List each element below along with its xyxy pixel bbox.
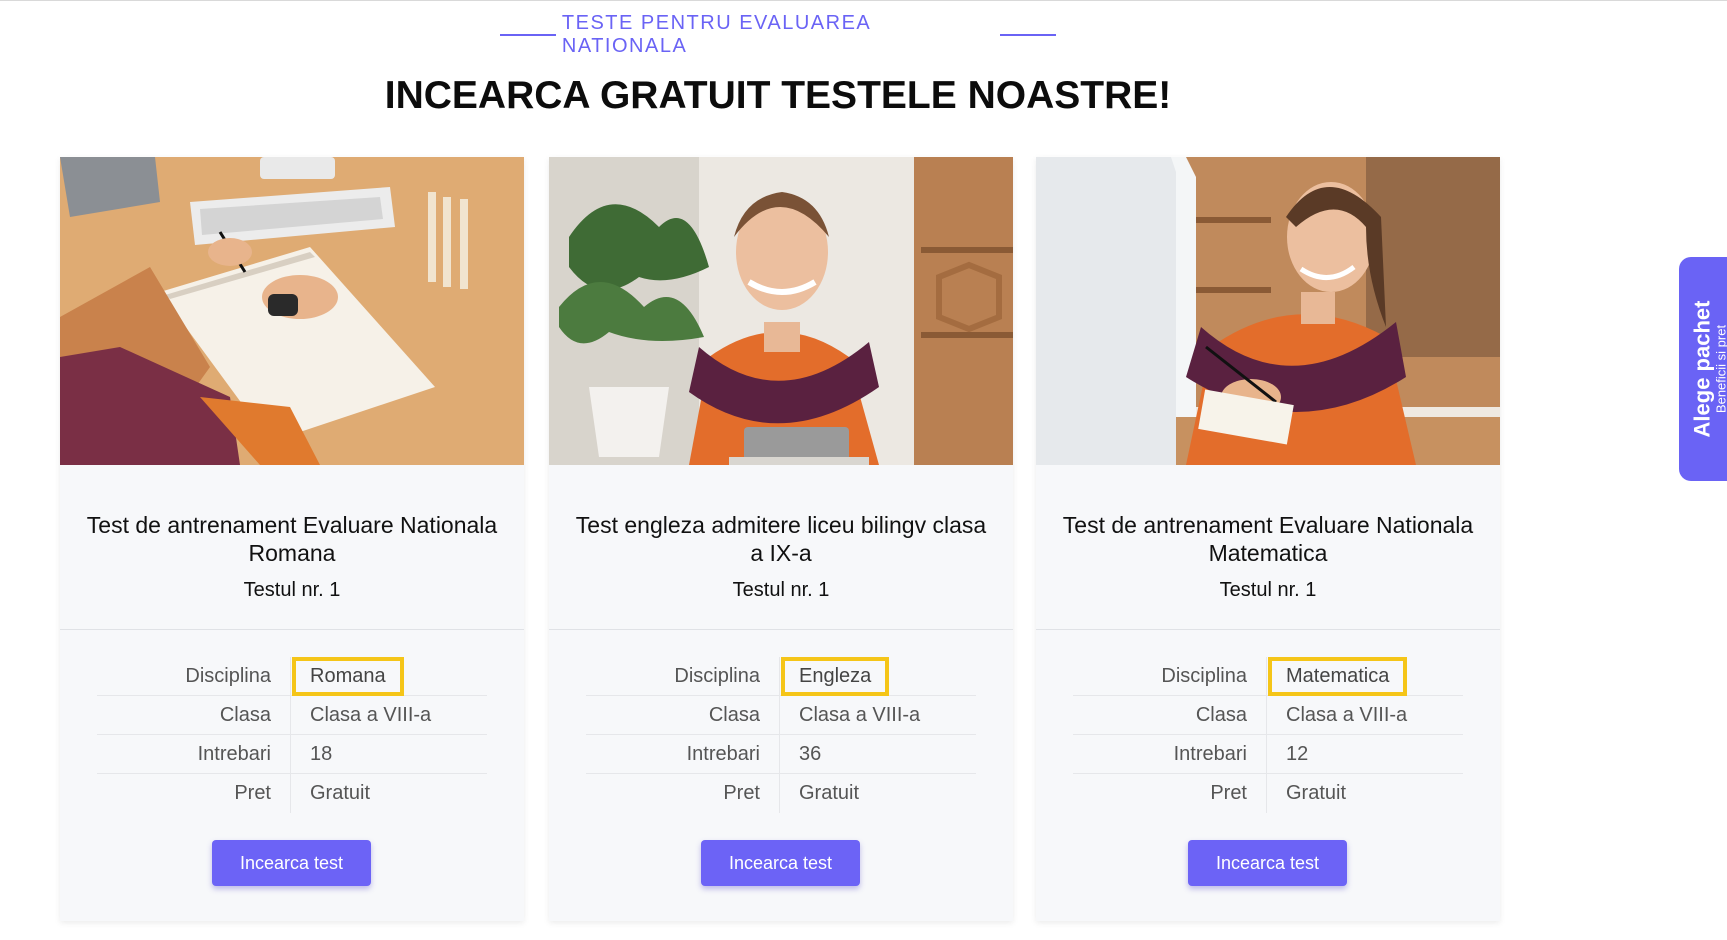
card-image-desk-notebook	[60, 157, 524, 465]
try-test-button[interactable]: Incearca test	[701, 840, 860, 886]
spec-row-intrebari: Intrebari 12	[1073, 735, 1463, 774]
spec-value-text: Romana	[292, 656, 404, 696]
spec-key: Intrebari	[97, 735, 291, 773]
spec-table: Disciplina Romana Clasa Clasa a VIII-a I…	[97, 656, 487, 813]
card-divider	[549, 629, 1013, 630]
spec-row-disciplina: Disciplina Matematica	[1073, 656, 1463, 696]
spec-key: Pret	[1073, 774, 1267, 813]
spec-row-pret: Pret Gratuit	[1073, 774, 1463, 813]
spec-value: 12	[1286, 742, 1309, 765]
spec-table: Disciplina Engleza Clasa Clasa a VIII-a …	[586, 656, 976, 813]
spec-row-disciplina: Disciplina Romana	[97, 656, 487, 696]
top-border	[0, 0, 1727, 1]
spec-value: Gratuit	[799, 782, 860, 804]
spec-row-disciplina: Disciplina Engleza	[586, 656, 976, 696]
spec-value: 36	[799, 742, 822, 765]
eyebrow-text: TESTE PENTRU EVALUAREA NATIONALA	[561, 12, 871, 57]
spec-row-intrebari: Intrebari 36	[586, 735, 976, 774]
card-title: Test engleza admitere liceu bilingv clas…	[575, 512, 987, 566]
eyebrow-line-left	[500, 34, 556, 36]
spec-row-pret: Pret Gratuit	[97, 774, 487, 813]
spec-value: Gratuit	[1286, 782, 1347, 804]
spec-row-clasa: Clasa Clasa a VIII-a	[1073, 696, 1463, 735]
choose-package-tab[interactable]: Alege pachet Beneficii si pret	[1679, 257, 1727, 481]
card-title: Test de antrenament Evaluare Nationala M…	[1062, 512, 1474, 566]
spec-row-clasa: Clasa Clasa a VIII-a	[97, 696, 487, 735]
choose-package-tab-label: Alege pachet Beneficii si pret	[1689, 300, 1727, 438]
spec-row-pret: Pret Gratuit	[586, 774, 976, 813]
spec-key: Clasa	[97, 696, 291, 734]
choose-package-title: Alege pachet	[1689, 300, 1714, 438]
test-card-engleza: Test engleza admitere liceu bilingv clas…	[549, 157, 1013, 921]
card-subtitle: Testul nr. 1	[243, 579, 341, 601]
test-card-romana: Test de antrenament Evaluare Nationala R…	[60, 157, 524, 921]
card-image-student-computer	[1036, 157, 1500, 465]
spec-value-highlighted: Romana	[291, 656, 404, 696]
spec-row-clasa: Clasa Clasa a VIII-a	[586, 696, 976, 735]
spec-key: Pret	[586, 774, 780, 813]
card-title: Test de antrenament Evaluare Nationala R…	[86, 512, 498, 566]
spec-value-text: Engleza	[780, 656, 890, 696]
card-image-student-tablet	[549, 157, 1013, 465]
spec-value: Clasa a VIII-a	[799, 703, 921, 726]
spec-key: Intrebari	[1073, 735, 1267, 773]
spec-value: Gratuit	[310, 782, 371, 804]
spec-table: Disciplina Matematica Clasa Clasa a VIII…	[1073, 656, 1463, 813]
choose-package-subtitle: Beneficii si pret	[1713, 324, 1727, 414]
spec-key: Clasa	[586, 696, 780, 734]
spec-value-highlighted: Engleza	[780, 656, 890, 696]
card-divider	[1036, 629, 1500, 630]
section-eyebrow: TESTE PENTRU EVALUAREA NATIONALA	[500, 12, 1057, 58]
card-subtitle: Testul nr. 1	[732, 579, 830, 601]
section-headline: INCEARCA GRATUIT TESTELE NOASTRE!	[384, 74, 1172, 117]
spec-value: 18	[310, 742, 333, 765]
spec-key: Clasa	[1073, 696, 1267, 734]
try-test-button[interactable]: Incearca test	[212, 840, 371, 886]
spec-value-text: Matematica	[1267, 656, 1408, 696]
spec-value: Clasa a VIII-a	[1286, 703, 1408, 726]
spec-key: Disciplina	[586, 657, 780, 695]
test-card-matematica: Test de antrenament Evaluare Nationala M…	[1036, 157, 1500, 921]
spec-key: Disciplina	[1073, 657, 1267, 695]
try-test-button[interactable]: Incearca test	[1188, 840, 1347, 886]
card-divider	[60, 629, 524, 630]
spec-key: Intrebari	[586, 735, 780, 773]
eyebrow-line-right	[1000, 34, 1057, 36]
spec-value: Clasa a VIII-a	[310, 703, 432, 726]
spec-key: Disciplina	[97, 657, 291, 695]
spec-row-intrebari: Intrebari 18	[97, 735, 487, 774]
card-subtitle: Testul nr. 1	[1219, 579, 1317, 601]
spec-value-highlighted: Matematica	[1267, 656, 1408, 696]
spec-key: Pret	[97, 774, 291, 813]
